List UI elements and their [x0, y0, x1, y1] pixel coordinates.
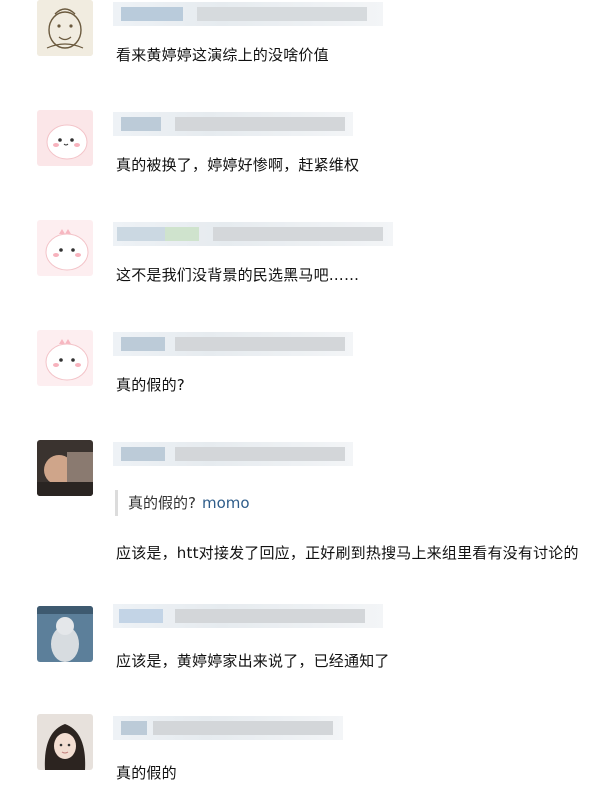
comment-text: 真的假的? [116, 376, 185, 394]
comment-text: 这不是我们没背景的民选黑马吧…… [116, 266, 360, 284]
quoted-reply: 真的假的? momo [115, 490, 250, 516]
comment-meta-blurred [113, 604, 383, 628]
avatar[interactable] [37, 330, 93, 386]
avatar[interactable] [37, 220, 93, 276]
quoted-text: 真的假的? [128, 494, 196, 512]
comment-meta-blurred [113, 222, 393, 246]
avatar[interactable] [37, 0, 93, 56]
avatar[interactable] [37, 606, 93, 662]
comment-meta-blurred [113, 442, 353, 466]
comment-meta-blurred [113, 2, 383, 26]
comment-text: 看来黄婷婷这演综上的没啥价值 [116, 46, 329, 64]
avatar[interactable] [37, 714, 93, 770]
avatar[interactable] [37, 440, 93, 496]
comment-text: 应该是，黄婷婷家出来说了，已经通知了 [116, 652, 390, 670]
comment-text: 真的假的 [116, 764, 177, 782]
comment-text: 应该是，htt对接发了回应，正好刷到热搜马上来组里看有没有讨论的 [116, 544, 579, 562]
comment-meta-blurred [113, 332, 353, 356]
comment-text: 真的被换了，婷婷好惨啊，赶紧维权 [116, 156, 360, 174]
comment-meta-blurred [113, 716, 343, 740]
quoted-user-link[interactable]: momo [202, 494, 250, 512]
avatar[interactable] [37, 110, 93, 166]
comment-meta-blurred [113, 112, 353, 136]
